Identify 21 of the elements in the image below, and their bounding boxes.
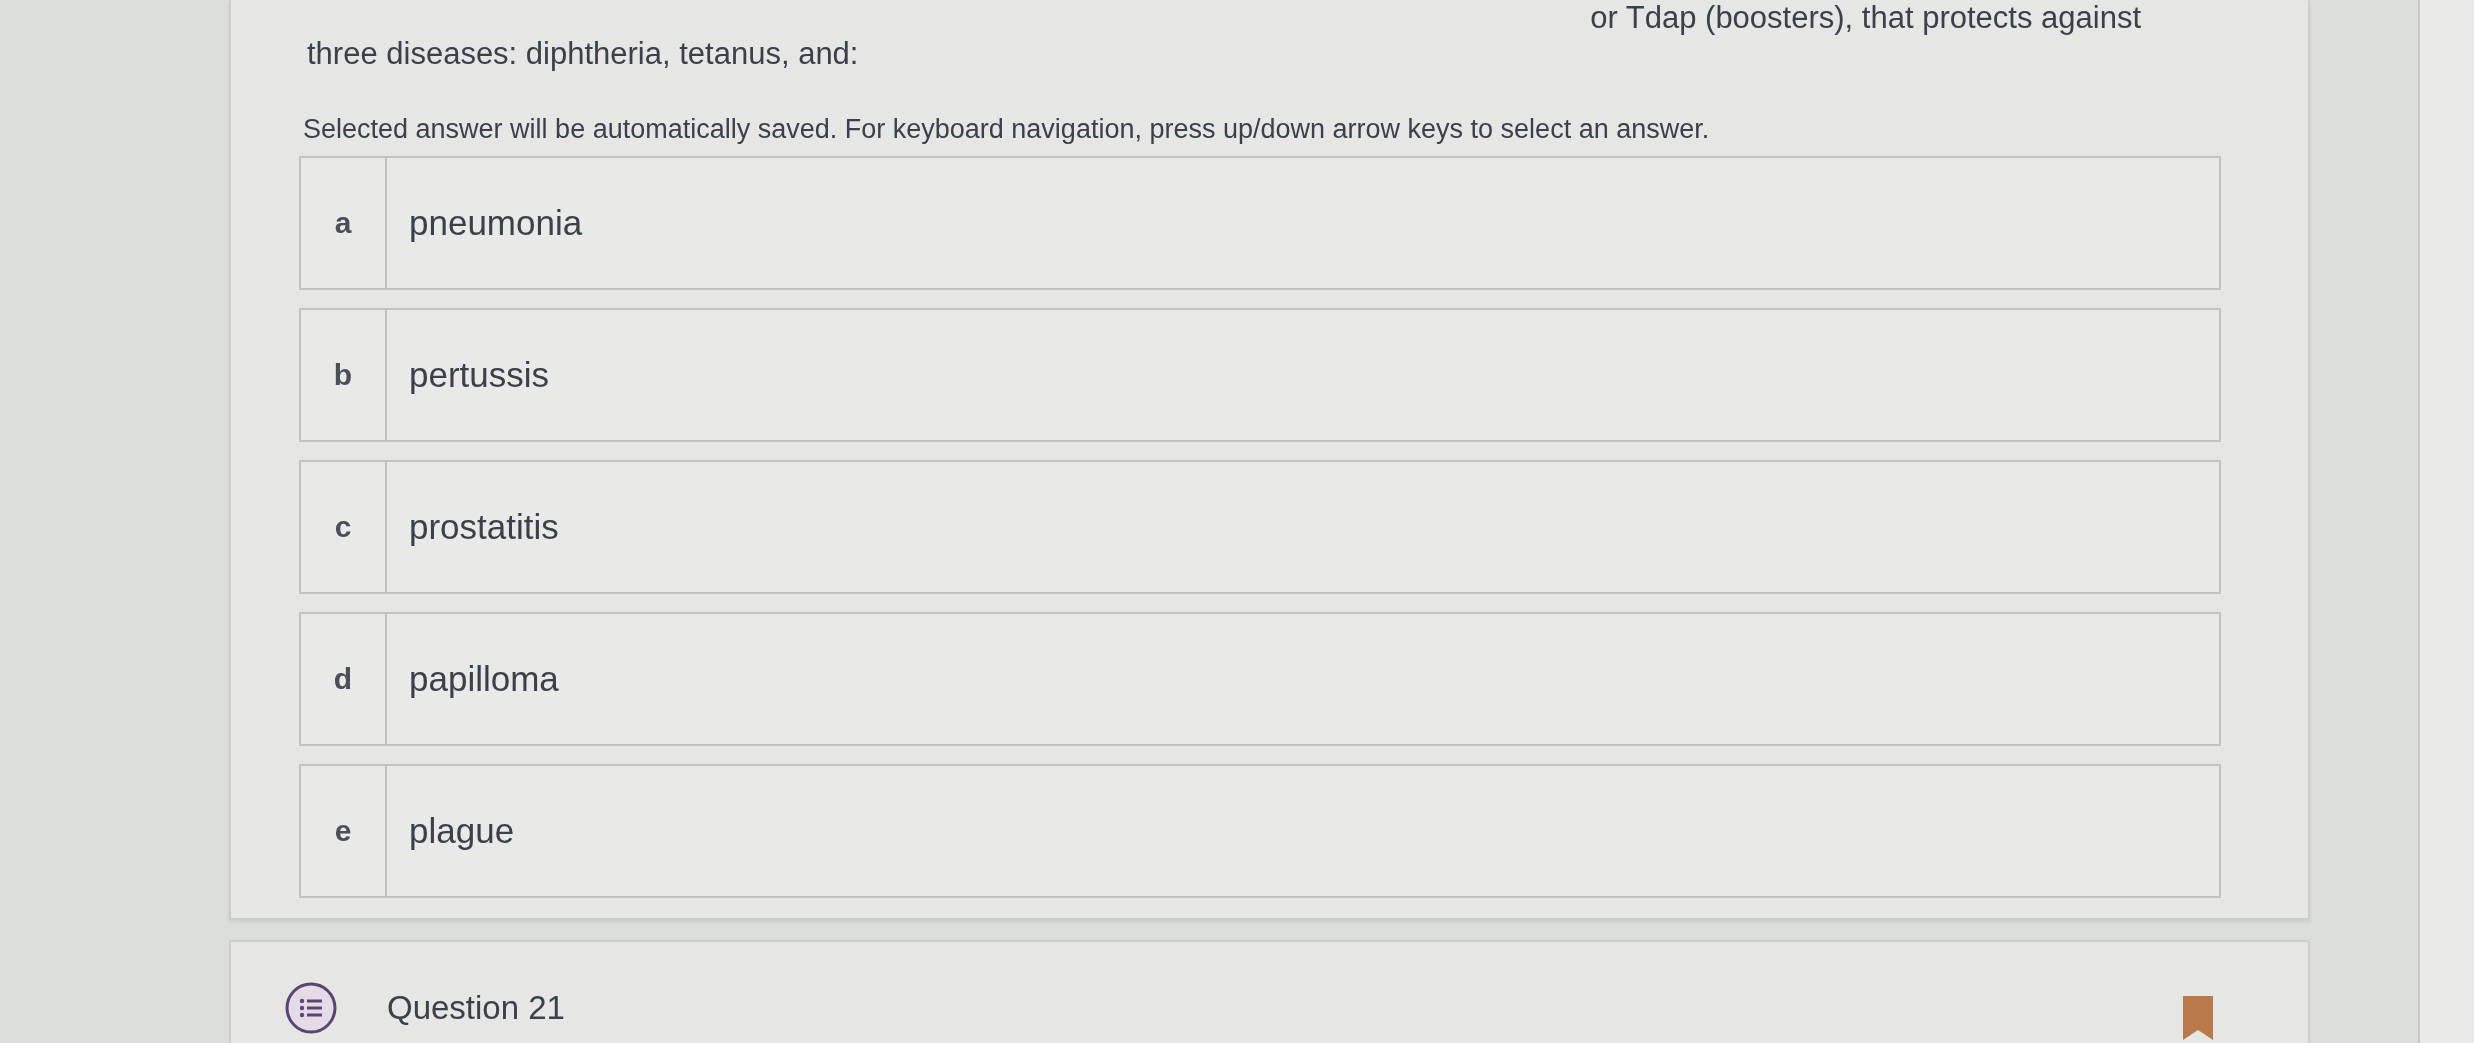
option-label: prostatitis xyxy=(409,507,559,547)
option-letter: e xyxy=(301,766,387,896)
option-label: pertussis xyxy=(409,355,550,395)
list-icon xyxy=(285,982,337,1034)
option-letter: a xyxy=(301,158,387,288)
option-label: papilloma xyxy=(409,659,559,699)
option-label: pneumonia xyxy=(409,203,583,243)
option-letter: b xyxy=(301,310,387,440)
answer-option[interactable]: a pneumonia xyxy=(299,156,2221,290)
option-letter: c xyxy=(301,462,387,592)
instructions-text: Selected answer will be automatically saved. For keyboard navigation, press up/down arrow keys to select an answer. xyxy=(303,113,1711,146)
question-text: or Tdap (boosters), that protects against xyxy=(1590,0,2141,36)
answer-option[interactable]: d papilloma xyxy=(299,612,2221,746)
question-title: Question 21 xyxy=(387,988,565,1028)
option-letter: d xyxy=(301,614,387,744)
bookmark-icon[interactable] xyxy=(2183,996,2213,1040)
question-text: three diseases: diphtheria, tetanus, and: xyxy=(307,36,860,72)
answer-option[interactable]: b pertussis xyxy=(299,308,2221,442)
option-label: plague xyxy=(409,811,515,851)
answer-option[interactable]: e plague xyxy=(299,764,2221,898)
answer-option[interactable]: c prostatitis xyxy=(299,460,2221,594)
